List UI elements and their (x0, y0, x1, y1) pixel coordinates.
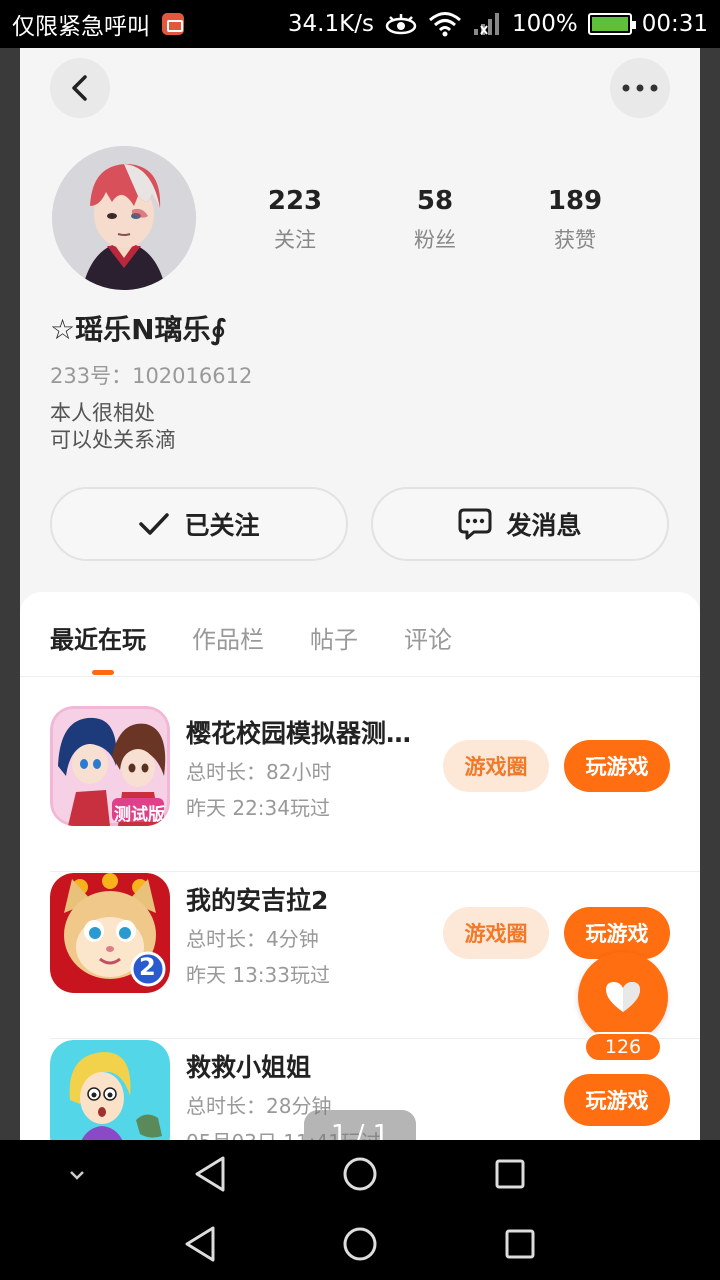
tab-indicator (92, 670, 114, 675)
profile-screen: 223 关注 58 粉丝 189 获赞 ☆瑶乐N璃乐∮ 233号：1020166… (20, 48, 700, 1140)
user-id: 233号：102016612 (50, 364, 253, 388)
battery-icon (587, 13, 636, 35)
avatar-image (52, 146, 196, 290)
carrier-text: 仅限紧急呼叫 (12, 14, 150, 40)
status-right: 34.1K/s 100% 00:31 (288, 11, 708, 37)
check-icon (139, 513, 170, 535)
system-recents-icon[interactable] (500, 1224, 540, 1264)
right-frame (700, 48, 720, 1140)
recents-nav-icon[interactable] (490, 1154, 530, 1194)
tab-recent[interactable]: 最近在玩 (50, 620, 146, 655)
game-duration: 总时长：4分钟 (186, 927, 319, 951)
wifi-icon (428, 12, 461, 37)
game-icon[interactable] (50, 1040, 170, 1140)
like-fab[interactable] (578, 952, 668, 1042)
carrier-area: 仅限紧急呼叫 (12, 7, 184, 41)
stat-label: 关注 (274, 228, 316, 252)
stat-label: 粉丝 (414, 228, 456, 252)
stat-label: 获赞 (554, 228, 596, 252)
heart-icon (606, 982, 640, 1012)
like-count: 126 (584, 1032, 662, 1062)
nickname: ☆瑶乐N璃乐∮ (50, 313, 227, 346)
tab-works[interactable]: 作品栏 (192, 620, 264, 655)
stat-following[interactable]: 223 关注 (235, 186, 355, 254)
row-divider (50, 871, 700, 872)
chat-bubble-icon (458, 508, 492, 540)
back-nav-icon[interactable] (190, 1154, 230, 1194)
battery-percent: 100% (511, 11, 578, 37)
game-duration: 总时长：82小时 (186, 760, 332, 784)
play-game-button[interactable]: 玩游戏 (564, 907, 670, 959)
message-label: 发消息 (506, 511, 582, 540)
version-badge: 2 (139, 953, 156, 981)
game-title: 樱花校园模拟器测试版 (186, 719, 426, 748)
more-dots-icon (622, 84, 658, 92)
status-bar: 仅限紧急呼叫 34.1K/s 100% 00:31 (0, 0, 720, 48)
home-nav-icon[interactable] (340, 1154, 380, 1194)
stat-fans[interactable]: 58 粉丝 (375, 186, 495, 254)
game-icon[interactable]: 测试版 (50, 706, 170, 826)
left-frame (0, 48, 20, 1140)
game-last-played: 昨天 22:34玩过 (186, 796, 330, 820)
network-speed: 34.1K/s (287, 11, 374, 37)
stat-value: 58 (416, 186, 454, 216)
test-version-badge: 测试版 (114, 805, 165, 825)
page-indicator: 1 / 1 (304, 1110, 416, 1140)
message-button[interactable]: 发消息 (371, 487, 669, 561)
game-last-played: 昨天 13:33玩过 (186, 963, 330, 987)
system-nav-bar (0, 1208, 720, 1280)
bio-line: 可以处关系滴 (50, 428, 176, 452)
game-circle-button[interactable]: 游戏圈 (443, 907, 549, 959)
stat-value: 189 (547, 186, 603, 216)
bio: 本人很相处 可以处关系滴 (50, 400, 176, 454)
game-title: 救救小姐姐 (186, 1053, 312, 1082)
game-icon-image (50, 1040, 170, 1140)
stat-value: 223 (267, 186, 323, 216)
stat-likes[interactable]: 189 获赞 (515, 186, 635, 254)
game-circle-button[interactable]: 游戏圈 (443, 740, 549, 792)
play-game-button[interactable]: 玩游戏 (564, 1074, 670, 1126)
clock: 00:31 (641, 11, 708, 37)
back-button[interactable] (50, 58, 110, 118)
bio-line: 本人很相处 (50, 401, 155, 425)
tabs-divider (20, 676, 700, 677)
collapse-chevron-icon[interactable] (62, 1160, 92, 1190)
game-icon[interactable]: 2 (50, 873, 170, 993)
notification-app-icon (162, 13, 184, 35)
avatar[interactable] (52, 146, 196, 290)
game-row[interactable]: 测试版 樱花校园模拟器测试版 总时长：82小时 昨天 22:34玩过 游戏圈 玩… (50, 706, 700, 872)
tab-posts[interactable]: 帖子 (310, 620, 358, 655)
eye-comfort-icon (385, 14, 417, 35)
inner-nav-bar (20, 1140, 700, 1208)
follow-button[interactable]: 已关注 (50, 487, 348, 561)
tab-bar: 最近在玩 作品栏 帖子 评论 (50, 620, 452, 655)
tab-comments[interactable]: 评论 (404, 620, 452, 655)
system-home-icon[interactable] (340, 1224, 380, 1264)
more-button[interactable] (610, 58, 670, 118)
signal-icon (473, 13, 499, 35)
play-game-button[interactable]: 玩游戏 (564, 740, 670, 792)
game-title: 我的安吉拉2 (186, 886, 329, 915)
system-back-icon[interactable] (180, 1224, 220, 1264)
back-arrow-icon (72, 75, 87, 101)
follow-label: 已关注 (184, 511, 260, 540)
